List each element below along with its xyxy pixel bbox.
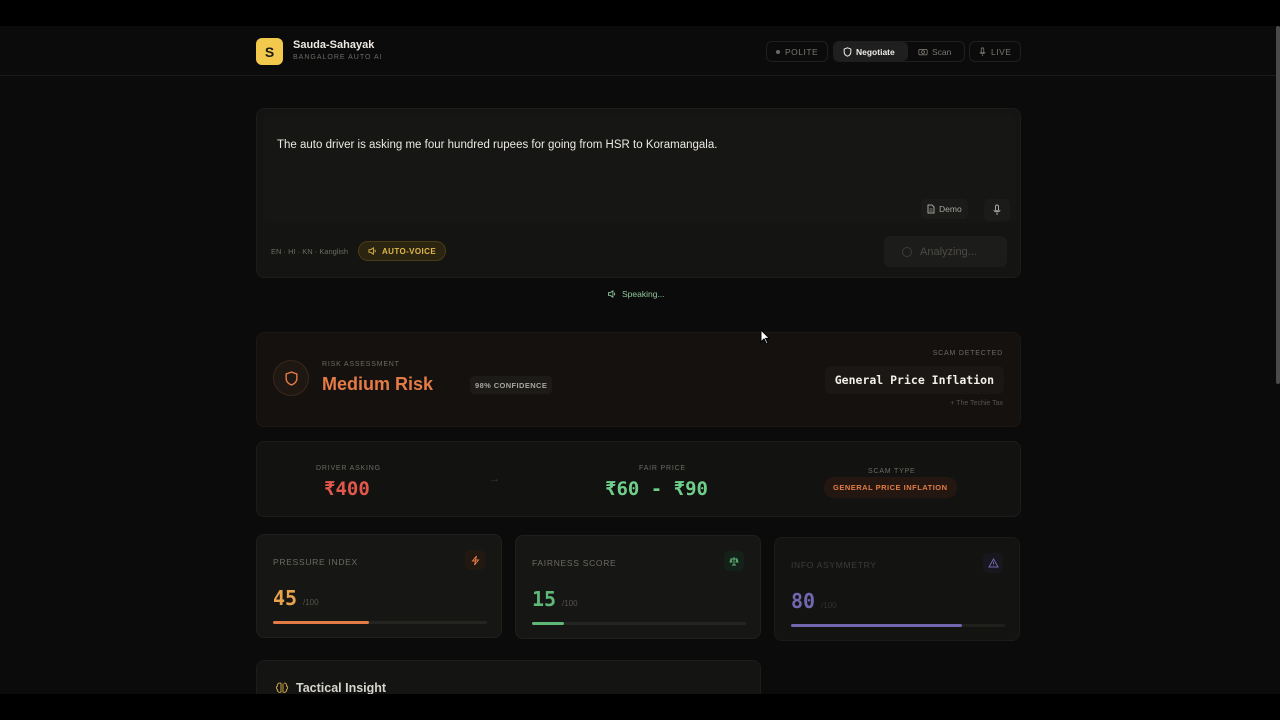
metric-progress-bar <box>532 622 746 625</box>
risk-level: Medium Risk <box>322 374 434 394</box>
warning-icon <box>983 553 1003 573</box>
driver-asking-value: ₹400 <box>324 478 370 500</box>
brand-subtitle: BANGALORE AUTO AI <box>293 54 383 61</box>
scam-type-badge: GENERAL PRICE INFLATION <box>824 477 957 498</box>
scam-subtitle: + The Techie Tax <box>950 400 1003 407</box>
arrow-right-icon: → <box>489 473 500 485</box>
shield-icon <box>843 46 852 57</box>
auto-voice-label: AUTO-VOICE <box>382 246 437 256</box>
scrollbar-thumb[interactable] <box>1276 26 1280 384</box>
tab-scan-label: Scan <box>932 46 952 57</box>
fairness-score-card: FAIRNESS SCORE 15 /100 <box>515 535 761 639</box>
query-input-card: The auto driver is asking me four hundre… <box>256 108 1021 278</box>
speaker-icon <box>608 290 616 298</box>
mic-icon <box>993 204 1001 215</box>
insight-title: Tactical Insight <box>296 681 387 694</box>
tab-scan[interactable]: Scan <box>912 42 951 61</box>
tab-negotiate[interactable]: Negotiate <box>834 42 908 61</box>
vertical-scrollbar[interactable] <box>1276 26 1280 694</box>
fair-price-value: ₹60 - ₹90 <box>605 478 708 500</box>
polite-mode-toggle[interactable]: POLITE <box>766 41 829 62</box>
metric-max: /100 <box>562 599 578 608</box>
analyze-button[interactable]: Analyzing... <box>884 236 1007 267</box>
metric-value: 80 <box>791 589 816 613</box>
metric-progress-bar <box>791 624 1005 627</box>
mic-icon <box>979 46 986 56</box>
analyze-label: Analyzing... <box>920 245 977 258</box>
scam-name: General Price Inflation <box>824 366 1004 394</box>
metric-progress-bar <box>273 621 487 624</box>
mode-segmented-control: Negotiate Scan <box>833 41 965 62</box>
risk-label: RISK ASSESSMENT <box>322 361 400 368</box>
driver-asking-label: DRIVER ASKING <box>316 465 381 472</box>
risk-badge <box>273 360 309 396</box>
tab-negotiate-label: Negotiate <box>856 46 895 57</box>
metric-label: INFO ASYMMETRY <box>791 560 877 570</box>
shield-icon <box>284 370 298 386</box>
info-asymmetry-card: INFO ASYMMETRY 80 /100 <box>774 537 1020 641</box>
lightning-icon <box>465 550 485 570</box>
mic-button[interactable] <box>984 199 1010 221</box>
metric-max: /100 <box>821 601 837 610</box>
camera-icon <box>918 49 928 56</box>
fair-price-label: FAIR PRICE <box>639 465 686 472</box>
pressure-index-card: PRESSURE INDEX 45 /100 <box>256 534 502 638</box>
metric-progress-fill <box>791 624 963 627</box>
scale-icon <box>724 551 744 571</box>
live-mode-button[interactable]: LIVE <box>969 41 1022 62</box>
metric-max: /100 <box>303 598 319 607</box>
demo-button[interactable]: Demo <box>921 199 968 219</box>
confidence-badge: 98% CONFIDENCE <box>470 376 553 394</box>
speaking-status: Speaking... <box>607 289 665 299</box>
metric-value: 45 <box>273 586 298 610</box>
scam-detected-label: SCAM DETECTED <box>932 350 1003 357</box>
metric-label: PRESSURE INDEX <box>273 557 358 567</box>
scam-type-label: SCAM TYPE <box>868 468 916 475</box>
document-icon <box>927 204 935 214</box>
metric-progress-fill <box>532 622 565 625</box>
query-text: The auto driver is asking me four hundre… <box>277 139 718 151</box>
risk-assessment-card: RISK ASSESSMENT Medium Risk 98% CONFIDEN… <box>256 332 1021 427</box>
spinner-icon <box>902 246 912 257</box>
top-header: S Sauda-Sahayak BANGALORE AUTO AI POLITE… <box>0 26 1276 76</box>
status-dot-icon <box>776 49 780 54</box>
auto-voice-toggle[interactable]: AUTO-VOICE <box>358 241 447 261</box>
mouse-cursor-icon <box>760 329 771 345</box>
brand-name: Sauda-Sahayak <box>293 39 375 51</box>
price-comparison-card: DRIVER ASKING ₹400 → FAIR PRICE ₹60 - ₹9… <box>256 441 1021 517</box>
query-textarea[interactable]: The auto driver is asking me four hundre… <box>263 115 1016 223</box>
metric-progress-fill <box>273 621 370 624</box>
tactical-insight-card: Tactical Insight <box>256 660 761 694</box>
metric-label: FAIRNESS SCORE <box>532 558 617 568</box>
speaking-label: Speaking... <box>622 289 665 299</box>
language-list: EN · HI · KN · Kanglish <box>271 247 349 256</box>
metric-value: 15 <box>532 587 557 611</box>
live-label: LIVE <box>991 46 1012 57</box>
app-window: S Sauda-Sahayak BANGALORE AUTO AI POLITE… <box>0 26 1276 694</box>
brand-logo[interactable]: S <box>256 38 283 65</box>
speaker-icon <box>368 247 376 255</box>
brain-icon <box>275 682 289 693</box>
polite-label: POLITE <box>785 46 819 57</box>
demo-label: Demo <box>939 204 962 214</box>
